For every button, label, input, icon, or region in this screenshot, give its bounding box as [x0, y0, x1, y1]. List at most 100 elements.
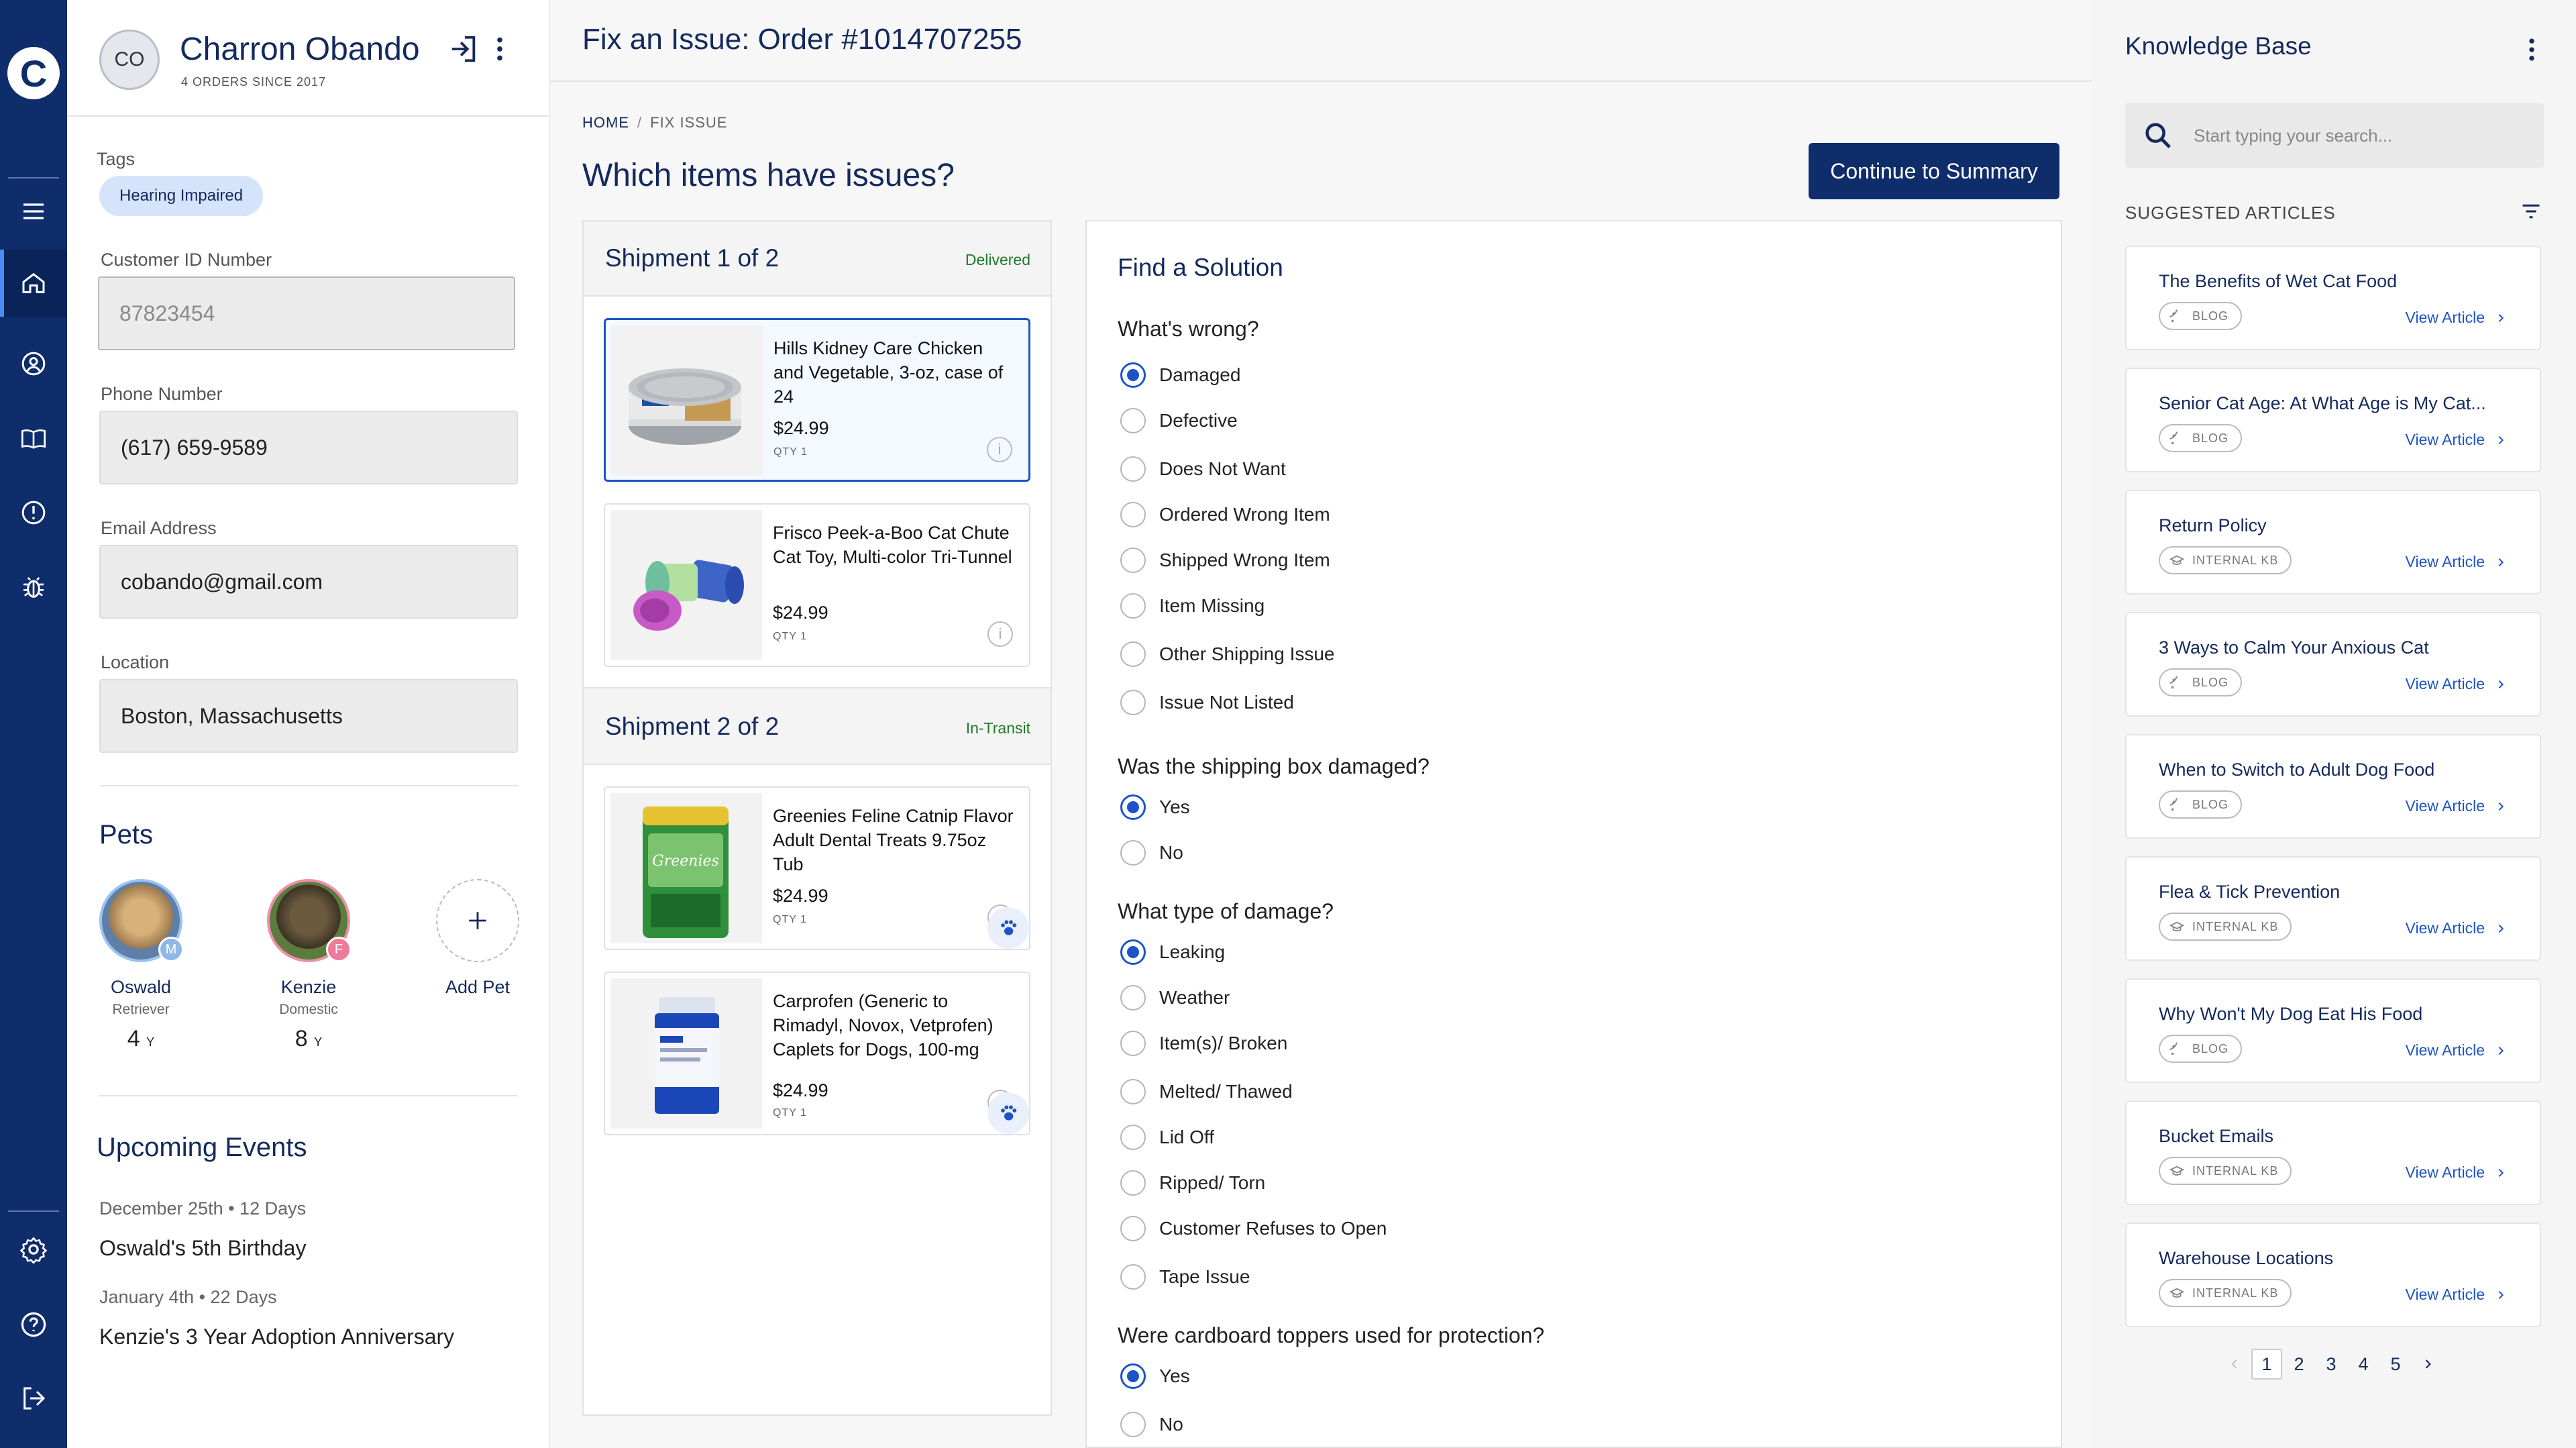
radio-toppers-yes[interactable]: Yes: [1120, 1363, 1190, 1389]
customer-icon[interactable]: [0, 330, 67, 397]
pet-card-kenzie[interactable]: F Kenzie Domestic 8 Y: [241, 879, 376, 1052]
radio-other-shipping-issue[interactable]: Other Shipping Issue: [1120, 641, 1335, 667]
radio-button[interactable]: [1120, 362, 1146, 388]
radio-button[interactable]: [1120, 985, 1146, 1011]
radio-button[interactable]: [1120, 939, 1146, 965]
radio-melted-thawed[interactable]: Melted/ Thawed: [1120, 1079, 1293, 1104]
radio-ripped-torn[interactable]: Ripped/ Torn: [1120, 1170, 1265, 1196]
page-3[interactable]: 3: [2316, 1349, 2347, 1380]
radio-leaking[interactable]: Leaking: [1120, 939, 1225, 965]
order-item[interactable]: Hills Kidney Care Chicken and Vegetable,…: [604, 318, 1030, 482]
view-article-link[interactable]: View Article: [2406, 919, 2506, 937]
radio-button[interactable]: [1120, 641, 1146, 667]
order-item[interactable]: Greenies Greenies Feline Catnip Flavor A…: [604, 786, 1030, 950]
info-icon[interactable]: i: [987, 437, 1012, 462]
radio-button[interactable]: [1120, 1264, 1146, 1290]
book-icon[interactable]: [0, 405, 67, 472]
radio-button[interactable]: [1120, 1363, 1146, 1389]
radio-box-no[interactable]: No: [1120, 840, 1183, 866]
radio-button[interactable]: [1120, 1079, 1146, 1104]
article-title[interactable]: Warehouse Locations: [2159, 1248, 2333, 1269]
chevron-right-icon[interactable]: [2412, 1349, 2443, 1380]
filter-icon[interactable]: [2521, 201, 2541, 221]
radio-button[interactable]: [1120, 593, 1146, 619]
article-title[interactable]: Why Won't My Dog Eat His Food: [2159, 1004, 2422, 1025]
sign-in-icon[interactable]: [448, 34, 479, 64]
radio-lid-off[interactable]: Lid Off: [1120, 1125, 1214, 1150]
view-article-link[interactable]: View Article: [2406, 309, 2506, 327]
view-article-link[interactable]: View Article: [2406, 553, 2506, 571]
view-article-link[interactable]: View Article: [2406, 1286, 2506, 1304]
radio-does-not-want[interactable]: Does Not Want: [1120, 456, 1286, 482]
more-options-icon[interactable]: [490, 34, 510, 64]
kb-article-card[interactable]: 3 Ways to Calm Your Anxious Cat BLOG View …: [2125, 612, 2541, 717]
radio-button[interactable]: [1120, 1125, 1146, 1150]
more-options-icon[interactable]: [2522, 35, 2541, 64]
kb-search-box[interactable]: [2125, 103, 2544, 168]
bug-icon[interactable]: [0, 554, 67, 621]
page-5[interactable]: 5: [2380, 1349, 2411, 1380]
radio-button[interactable]: [1120, 1170, 1146, 1196]
add-pet-button[interactable]: Add Pet: [411, 879, 545, 998]
kb-article-card[interactable]: Flea & Tick Prevention INTERNAL KB View Ar…: [2125, 856, 2541, 961]
menu-icon[interactable]: [0, 178, 67, 245]
radio-button[interactable]: [1120, 456, 1146, 482]
view-article-link[interactable]: View Article: [2406, 675, 2506, 693]
article-title[interactable]: 3 Ways to Calm Your Anxious Cat: [2159, 637, 2429, 658]
article-title[interactable]: The Benefits of Wet Cat Food: [2159, 271, 2397, 292]
radio-button[interactable]: [1120, 794, 1146, 820]
radio-weather[interactable]: Weather: [1120, 985, 1230, 1011]
article-title[interactable]: Senior Cat Age: At What Age is My Cat...: [2159, 393, 2486, 414]
location-field[interactable]: Boston, Massachusetts: [99, 679, 518, 753]
radio-button[interactable]: [1120, 840, 1146, 866]
radio-defective[interactable]: Defective: [1120, 408, 1238, 433]
article-title[interactable]: Bucket Emails: [2159, 1126, 2273, 1147]
radio-toppers-no[interactable]: No: [1120, 1412, 1183, 1437]
view-article-link[interactable]: View Article: [2406, 1041, 2506, 1059]
radio-button[interactable]: [1120, 408, 1146, 433]
help-icon[interactable]: [0, 1291, 67, 1358]
radio-button[interactable]: [1120, 502, 1146, 527]
radio-button[interactable]: [1120, 1216, 1146, 1241]
email-field[interactable]: cobando@gmail.com: [99, 545, 518, 619]
breadcrumb-home[interactable]: HOME: [582, 114, 629, 131]
page-2[interactable]: 2: [2284, 1349, 2314, 1380]
kb-article-card[interactable]: Bucket Emails INTERNAL KB View Article: [2125, 1100, 2541, 1205]
radio-button[interactable]: [1120, 1412, 1146, 1437]
tag-hearing-impaired[interactable]: Hearing Impaired: [99, 176, 264, 216]
radio-items-broken[interactable]: Item(s)/ Broken: [1120, 1031, 1287, 1056]
article-title[interactable]: When to Switch to Adult Dog Food: [2159, 760, 2434, 780]
radio-ordered-wrong-item[interactable]: Ordered Wrong Item: [1120, 502, 1330, 527]
logout-icon[interactable]: [0, 1365, 67, 1432]
page-1[interactable]: 1: [2251, 1349, 2282, 1380]
kb-article-card[interactable]: The Benefits of Wet Cat Food BLOG View Art…: [2125, 246, 2541, 350]
page-4[interactable]: 4: [2348, 1349, 2379, 1380]
kb-article-card[interactable]: When to Switch to Adult Dog Food BLOG View…: [2125, 734, 2541, 839]
kb-search-input[interactable]: [2194, 125, 2542, 146]
phone-field[interactable]: (617) 659-9589: [99, 411, 518, 484]
home-icon[interactable]: [0, 250, 67, 317]
app-logo[interactable]: C: [7, 47, 60, 99]
pet-card-oswald[interactable]: M Oswald Retriever 4 Y: [74, 879, 208, 1052]
radio-box-yes[interactable]: Yes: [1120, 794, 1190, 820]
article-title[interactable]: Flea & Tick Prevention: [2159, 882, 2340, 902]
radio-button[interactable]: [1120, 548, 1146, 573]
kb-article-card[interactable]: Why Won't My Dog Eat His Food BLOG View Ar…: [2125, 978, 2541, 1083]
view-article-link[interactable]: View Article: [2406, 797, 2506, 815]
kb-article-card[interactable]: Senior Cat Age: At What Age is My Cat...…: [2125, 368, 2541, 472]
radio-shipped-wrong-item[interactable]: Shipped Wrong Item: [1120, 548, 1330, 573]
gear-icon[interactable]: [0, 1216, 67, 1283]
view-article-link[interactable]: View Article: [2406, 1163, 2506, 1182]
view-article-link[interactable]: View Article: [2406, 431, 2506, 449]
radio-button[interactable]: [1120, 1031, 1146, 1056]
continue-to-summary-button[interactable]: Continue to Summary: [1809, 143, 2059, 199]
order-item[interactable]: Frisco Peek-a-Boo Cat Chute Cat Toy, Mul…: [604, 503, 1030, 667]
radio-issue-not-listed[interactable]: Issue Not Listed: [1120, 690, 1294, 715]
issue-icon[interactable]: [0, 479, 67, 546]
kb-article-card[interactable]: Warehouse Locations INTERNAL KB View Artic…: [2125, 1223, 2541, 1327]
radio-tape-issue[interactable]: Tape Issue: [1120, 1264, 1250, 1290]
chevron-left-icon[interactable]: [2219, 1349, 2250, 1380]
info-icon[interactable]: i: [987, 621, 1013, 647]
kb-article-card[interactable]: Return Policy INTERNAL KB View Article: [2125, 490, 2541, 594]
radio-damaged[interactable]: Damaged: [1120, 362, 1240, 388]
